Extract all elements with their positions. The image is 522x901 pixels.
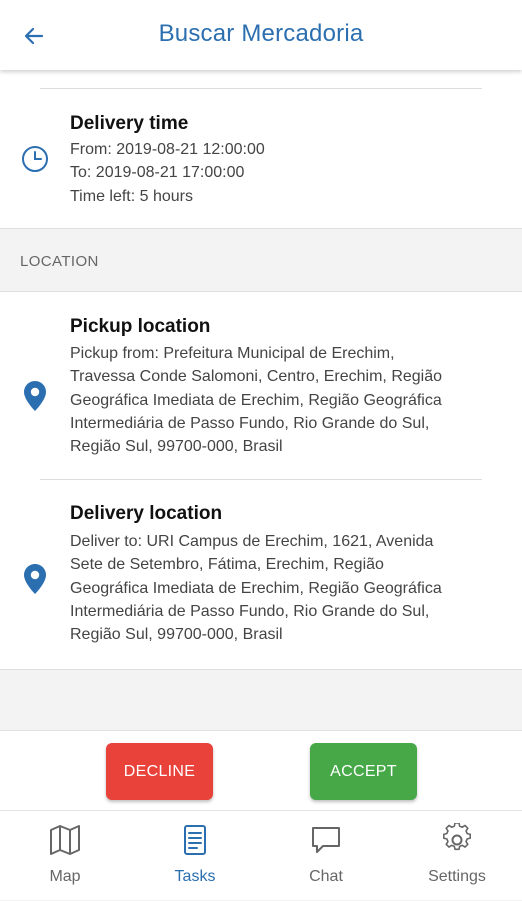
address-line: Travessa Conde Salomoni, Centro, Erechim…	[70, 368, 443, 386]
app-bar: Buscar Mercadoria	[0, 0, 522, 70]
nav-item-chat[interactable]: Chat	[261, 811, 391, 901]
gear-icon	[443, 823, 472, 851]
delivery-address: Deliver to: URI Campus de Erechim, 1621,…	[70, 530, 492, 646]
map-icon	[50, 825, 80, 855]
nav-item-settings[interactable]: Settings	[392, 811, 522, 901]
address-line: Sete de Setembro, Fátima, Erechim, Regiã…	[70, 556, 384, 574]
location-card: Pickup location Pickup from: Prefeitura …	[0, 292, 522, 670]
nav-label-settings: Settings	[428, 868, 486, 885]
delivery-time-title: Delivery time	[70, 113, 189, 134]
address-line: Região Sul, 99700-000, Brasil	[70, 626, 283, 644]
address-line: Deliver to: URI Campus de Erechim, 1621,…	[70, 533, 434, 550]
delivery-to: To: 2019-08-21 17:00:00	[70, 164, 245, 182]
action-bar: DECLINE ACCEPT	[0, 730, 522, 810]
bottom-navigation: Map Tasks Chat Settings	[0, 810, 522, 900]
address-line: Intermediária de Passo Fundo, Rio Grande…	[70, 414, 430, 432]
map-pin-icon	[24, 564, 46, 594]
location-header-label: LOCATION	[20, 253, 99, 270]
location-section-header: LOCATION	[0, 228, 522, 292]
delivery-location-title: Delivery location	[70, 503, 223, 524]
time-left: Time left: 5 hours	[70, 187, 194, 205]
chat-icon	[312, 827, 340, 853]
delivery-time-card: Delivery time From: 2019-08-21 12:00:00 …	[0, 70, 522, 228]
decline-button[interactable]: DECLINE	[106, 743, 213, 800]
delivery-from: From: 2019-08-21 12:00:00	[70, 141, 265, 158]
nav-item-tasks[interactable]: Tasks	[130, 811, 260, 901]
address-line: Geográfica Imediata de Erechim, Região G…	[70, 391, 442, 409]
address-line: Geográfica Imediata de Erechim, Região G…	[70, 579, 442, 597]
divider	[40, 88, 482, 89]
divider	[40, 479, 482, 480]
address-line: Região Sul, 99700-000, Brasil	[70, 438, 283, 456]
page-title: Buscar Mercadoria	[158, 20, 364, 47]
nav-label-chat: Chat	[309, 868, 343, 885]
clock-icon	[22, 146, 48, 172]
delivery-time-details: From: 2019-08-21 12:00:00 To: 2019-08-21…	[70, 138, 492, 208]
pickup-location-title: Pickup location	[70, 316, 211, 337]
nav-item-map[interactable]: Map	[0, 811, 130, 901]
tasks-icon	[184, 825, 206, 855]
accept-button[interactable]: ACCEPT	[310, 743, 417, 800]
map-pin-icon	[24, 381, 46, 411]
address-line: Intermediária de Passo Fundo, Rio Grande…	[70, 602, 430, 620]
nav-label-tasks: Tasks	[174, 868, 216, 885]
nav-label-map: Map	[49, 868, 81, 885]
address-line: Pickup from: Prefeitura Municipal de Ere…	[70, 345, 395, 362]
pickup-address: Pickup from: Prefeitura Municipal de Ere…	[70, 342, 492, 458]
